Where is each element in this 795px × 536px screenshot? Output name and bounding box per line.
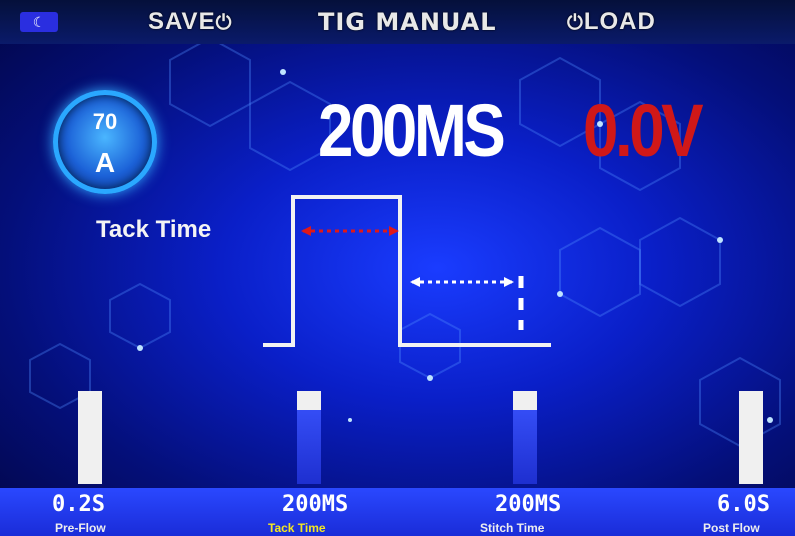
waveform-line [263,195,551,347]
tack-arrow-left [301,226,311,236]
tack-time-label: Tack Time [268,521,326,535]
level-bar-fill [739,391,763,484]
level-bar-fill [513,391,537,410]
level-bar-fill [78,391,102,484]
parameter-footer: 0.2S Pre-Flow 200MS Tack Time 200MS Stit… [0,488,795,536]
stitch-time-value[interactable]: 200MS [495,492,561,517]
post-flow-value[interactable]: 6.0S [717,492,770,517]
post-flow-label: Post Flow [703,521,760,535]
tack-time-value[interactable]: 200MS [282,492,348,517]
stitch-arrow-right [504,277,514,287]
tig-screen: ☾ SAVE⏻ TIG MANUAL ⏻LOAD 70 A 200MS 0.0V… [0,0,795,536]
tack-arrow-right [389,226,399,236]
stitch-arrow-left [410,277,420,287]
stitch-time-label: Stitch Time [480,521,545,535]
level-bar-fill [297,391,321,410]
pre-flow-value[interactable]: 0.2S [52,492,105,517]
pulse-waveform [263,195,551,347]
pre-flow-label: Pre-Flow [55,521,106,535]
